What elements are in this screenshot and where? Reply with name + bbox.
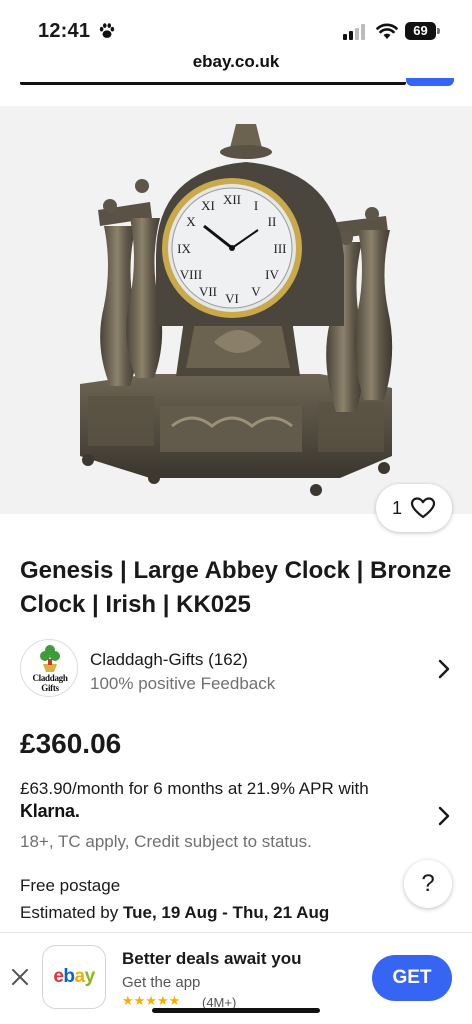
ebay-logo-y: y [84, 966, 96, 987]
search-bar-edge[interactable] [0, 78, 472, 96]
status-time: 12:41 [38, 20, 91, 42]
delivery-estimate-dates: Tue, 19 Aug - Thu, 21 Aug [123, 903, 330, 922]
ebay-logo-a: a [74, 966, 86, 987]
close-icon[interactable] [10, 967, 30, 987]
wifi-icon [376, 23, 398, 39]
banner-subtitle: Get the app [122, 974, 201, 991]
chevron-right-icon[interactable] [438, 659, 450, 679]
svg-text:V: V [251, 284, 261, 299]
svg-text:II: II [268, 214, 277, 229]
ebay-logo-b: b [63, 966, 75, 987]
ebay-logo-e: e [53, 966, 64, 987]
svg-text:III: III [274, 241, 287, 256]
chevron-right-icon[interactable] [438, 806, 450, 826]
browser-url[interactable]: ebay.co.uk [0, 52, 472, 72]
watch-count: 1 [392, 498, 403, 518]
svg-text:IX: IX [177, 241, 191, 256]
watch-button[interactable]: 1 [376, 484, 452, 532]
signal-icon [343, 24, 365, 40]
help-button[interactable]: ? [404, 860, 452, 908]
delivery-estimate: Estimated by Tue, 19 Aug - Thu, 21 Aug [20, 903, 329, 923]
battery-level: 69 [405, 22, 436, 40]
product-image[interactable]: XII I II III IV V VI VII VIII IX X XI [0, 106, 472, 514]
finance-note: 18+, TC apply, Credit subject to status. [20, 832, 312, 851]
status-bar: 12:41 69 [0, 0, 472, 50]
svg-text:IV: IV [265, 267, 279, 282]
svg-text:VIII: VIII [180, 267, 202, 282]
banner-title: Better deals await you [122, 949, 302, 968]
svg-text:X: X [186, 214, 196, 229]
svg-text:I: I [254, 198, 258, 213]
svg-text:XI: XI [201, 198, 215, 213]
battery-icon: 69 [405, 22, 441, 40]
paw-icon [99, 23, 115, 38]
klarna-logo: Klarna. [20, 801, 80, 821]
postage-text: Free postage [20, 876, 121, 895]
rating-stars: ★★★★★ [122, 993, 181, 1008]
ebay-app-icon[interactable]: ebay [42, 945, 106, 1009]
heart-icon [410, 497, 436, 519]
svg-text:VI: VI [225, 291, 239, 306]
delivery-estimate-prefix: Estimated by [20, 903, 123, 922]
svg-text:VII: VII [199, 284, 217, 299]
item-price: £360.06 [20, 728, 122, 759]
seller-feedback: 100% positive Feedback [90, 674, 276, 693]
listing-title: Genesis | Large Abbey Clock | Bronze Clo… [20, 557, 452, 618]
get-app-button[interactable]: GET [372, 955, 452, 1001]
home-indicator[interactable] [152, 1008, 320, 1013]
seller-name[interactable]: Claddagh-Gifts (162) [90, 650, 248, 670]
svg-text:XII: XII [223, 192, 241, 207]
seller-logo-text: Claddagh Gifts [32, 673, 68, 693]
seller-logo[interactable]: Claddagh Gifts [20, 639, 78, 697]
search-button-edge[interactable] [406, 78, 454, 86]
finance-text: £63.90/month for 6 months at 21.9% APR w… [20, 779, 369, 798]
